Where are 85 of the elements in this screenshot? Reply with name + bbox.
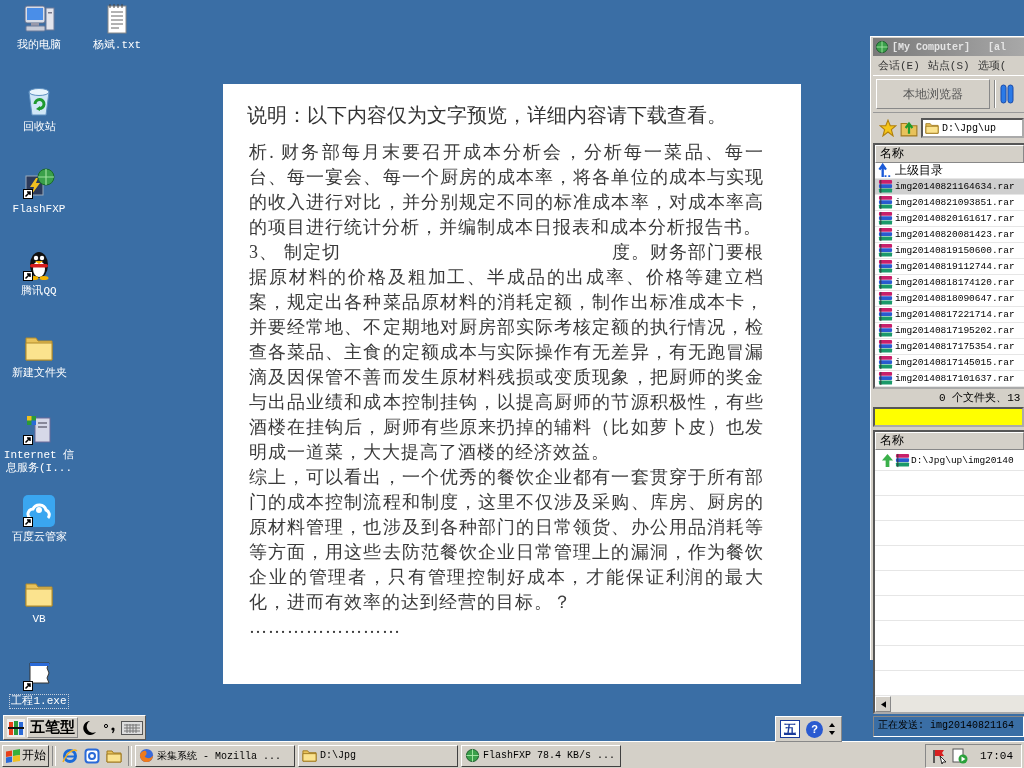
archive-icon xyxy=(878,307,893,322)
archive-icon xyxy=(878,291,893,306)
icon-label[interactable]: 新建文件夹 xyxy=(9,366,69,381)
browser-icon[interactable] xyxy=(62,747,78,764)
archive-icon xyxy=(878,323,893,338)
menu-item[interactable]: 会话(E) xyxy=(878,58,920,73)
body-paragraph: 析. 财务部每月末要召开成本分析会，分析每一菜品、每一台、每一宴会、每一个厨房的成本率，将各单位的成本与实现的收入进行对比，并分别规定不同的标准成本率，对成本率高的项目进行统计分析，并编制成本日报表和成本分析报告书。 xyxy=(249,141,764,239)
icon-label[interactable]: 我的电脑 xyxy=(15,38,63,53)
column-header[interactable]: 名称 xyxy=(875,432,1024,450)
body-paragraph: …………………… xyxy=(249,616,402,639)
file-row[interactable]: img20140820161617.rar xyxy=(875,211,1024,227)
start-button[interactable]: 开始 xyxy=(2,744,49,767)
archive-icon xyxy=(878,339,893,354)
icon-label[interactable]: 百度云管家 xyxy=(9,530,69,545)
file-row[interactable]: img20140817101637.rar xyxy=(875,371,1024,387)
menu-item[interactable]: 站点(S) xyxy=(927,58,970,73)
star-icon[interactable] xyxy=(879,119,897,137)
up-arrow-icon xyxy=(878,163,893,178)
archive-icon xyxy=(878,195,893,210)
icon-label[interactable]: 工程1.exe xyxy=(9,694,69,709)
input-mode-button[interactable]: 五笔型 xyxy=(27,717,78,738)
menu-item[interactable]: 选项( xyxy=(977,58,1007,73)
computer-icon[interactable] xyxy=(23,3,55,35)
file-row[interactable]: img20140820081423.rar xyxy=(875,227,1024,243)
file-row[interactable]: img20140818174120.rar xyxy=(875,275,1024,291)
window-title: [My Computer] [al xyxy=(892,41,1007,53)
globe-icon xyxy=(875,40,889,54)
fox-globe-icon xyxy=(139,748,154,763)
options-arrows-icon[interactable] xyxy=(829,722,835,736)
icon-label[interactable]: 回收站 xyxy=(20,120,58,135)
path-field[interactable]: D:\Jpg\up xyxy=(921,118,1024,138)
file-row[interactable]: img20140821164634.rar xyxy=(875,179,1024,195)
four-pane-flag-icon xyxy=(5,747,21,764)
file-row[interactable]: img20140819112744.rar xyxy=(875,259,1024,275)
status-bar: 正在发送: img20140821164 xyxy=(873,716,1024,737)
document-notice: 说明：以下内容仅为文字预览，详细内容请下载查看。 xyxy=(247,102,727,128)
icon-label[interactable]: 杨斌.txt xyxy=(90,38,144,53)
queue-row[interactable]: D:\Jpg\up\img20140 xyxy=(875,450,1024,471)
horizontal-scrollbar[interactable] xyxy=(875,696,1024,712)
archive-icon xyxy=(878,179,893,194)
archive-icon xyxy=(878,259,893,274)
file-row[interactable]: img20140818090647.rar xyxy=(875,291,1024,307)
lightning-globe-icon[interactable] xyxy=(23,167,55,199)
icon-label[interactable]: Internet 信息服务(I... xyxy=(0,448,78,476)
archive-icon xyxy=(895,452,910,468)
help-button[interactable]: ? xyxy=(806,720,823,738)
task-button[interactable]: D:\Jpg xyxy=(298,744,458,767)
folder-icon xyxy=(925,121,939,135)
file-row[interactable]: img20140817145015.rar xyxy=(875,355,1024,371)
archive-icon xyxy=(878,211,893,226)
text-fragment: 3、 制定切 xyxy=(249,241,341,264)
flag-cursor-icon[interactable] xyxy=(932,747,948,764)
archive-icon xyxy=(878,355,893,370)
icon-label[interactable]: VB xyxy=(30,612,48,627)
ime-logo-icon[interactable] xyxy=(6,717,26,738)
column-header[interactable]: 名称 xyxy=(875,145,1024,163)
left-arrow-icon xyxy=(880,700,886,708)
file-row[interactable]: img20140821093851.rar xyxy=(875,195,1024,211)
archive-icon xyxy=(878,227,893,242)
scroll-left-button[interactable] xyxy=(875,696,891,712)
icon-label[interactable]: 腾讯QQ xyxy=(19,284,59,299)
file-row[interactable]: img20140817195202.rar xyxy=(875,323,1024,339)
folder-icon xyxy=(302,748,317,763)
globe-icon xyxy=(465,748,480,763)
archive-icon xyxy=(878,275,893,290)
file-row[interactable]: img20140817221714.rar xyxy=(875,307,1024,323)
icon-label[interactable]: FlashFXP xyxy=(10,202,68,217)
pause-icon[interactable] xyxy=(1000,84,1014,104)
body-paragraph: 综上，可以看出，一个优秀的餐饮企业都有一套贯穿于所有部门的成本控制流程和制度，这里不仅涉及采购、库房、厨房的原材料管理，也涉及到各种部门的日常领货、办公用品消耗等等方面，用这些去防范餐饮企业日常管理上的漏洞，作为餐饮企业的管理者，只有管理控制好成本，才能保证利润的最大化，进而有效率的达到经营的目标。？ xyxy=(249,466,764,614)
page-icon[interactable] xyxy=(84,747,100,764)
archive-icon xyxy=(878,243,893,258)
folder-summary: 0 个文件夹、13 xyxy=(938,391,1022,406)
text-fragment: 度。财务部门要根 xyxy=(612,241,764,264)
file-row[interactable]: img20140817175354.rar xyxy=(875,339,1024,355)
body-paragraph: 据原材料的价格及粗加工、半成品的出成率、价格等建立档案，规定出各种菜品原材料的消耗定额，制作出标准成本卡，并要经常地、不定期地对厨房部实际考核定额的执行情况，检查各菜品、主食的定额成本与实际操作有无差异，有无跑冒漏滴及因保管不善而发生原材料残损或变质现象，把厨师的奖金与出品业绩和成本控制挂钩，以提高厨师的节源积极性，有些酒楼在挂钩后，厨师有些原来扔掉的辅料（比如萝卜皮）也发明成一道菜，大大提高了酒楼的经济效益。 xyxy=(249,266,764,464)
keyboard-icon[interactable] xyxy=(121,719,143,736)
local-browser-button[interactable]: 本地浏览器 xyxy=(876,79,990,109)
cloud-icon[interactable] xyxy=(23,495,55,527)
task-button[interactable]: 采集系统 - Mozilla ... xyxy=(135,744,295,767)
ime-indicator-button[interactable]: 五 xyxy=(780,720,800,738)
up-arrow-icon xyxy=(881,452,894,468)
clock: 17:04 xyxy=(980,749,1013,762)
task-button[interactable]: FlashFXP 78.4 KB/s ... xyxy=(461,744,621,767)
archive-icon xyxy=(878,371,893,386)
file-row[interactable]: img20140819150600.rar xyxy=(875,243,1024,259)
